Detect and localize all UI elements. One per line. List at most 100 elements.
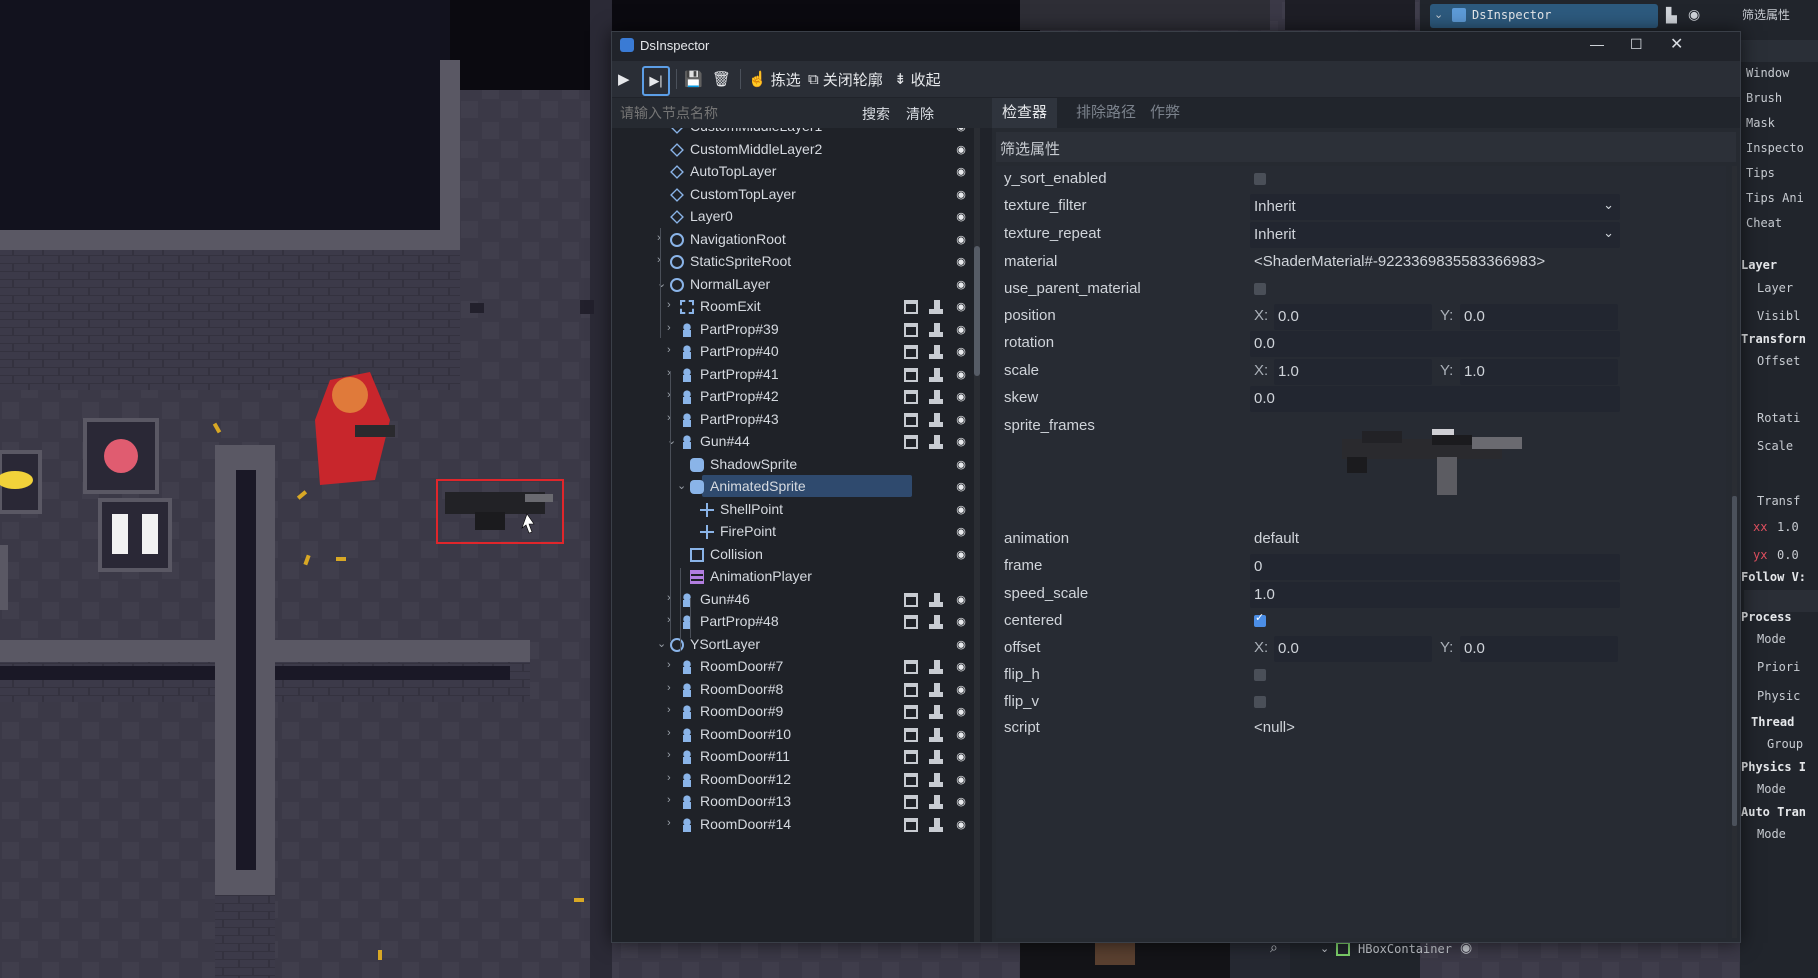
open-scene-icon[interactable] (904, 345, 918, 359)
checkbox[interactable] (1254, 695, 1266, 708)
open-scene-icon[interactable] (904, 615, 918, 629)
visibility-eye-icon[interactable]: ◉ (954, 683, 968, 697)
open-scene-icon[interactable] (904, 682, 918, 697)
delete-button[interactable]: 🗑 (712, 66, 731, 92)
pick-button[interactable]: ☝ 拣选 (748, 66, 801, 92)
script-icon[interactable] (929, 795, 943, 809)
tab-2[interactable]: 作弊 (1140, 98, 1190, 128)
script-icon[interactable] (929, 300, 943, 314)
chevron-right-icon[interactable]: › (667, 322, 671, 334)
tab-1[interactable]: 排除路径 (1066, 98, 1146, 128)
open-scene-icon[interactable] (904, 660, 918, 674)
visibility-eye-icon[interactable]: ◉ (954, 795, 968, 809)
x-field[interactable]: 1.0 (1274, 358, 1432, 385)
number-field[interactable]: 0 (1250, 554, 1620, 580)
visibility-eye-icon[interactable]: ◉ (954, 435, 968, 449)
enum-dropdown[interactable]: Inherit ⌄ (1250, 193, 1620, 220)
node-search-input[interactable] (612, 98, 840, 128)
open-scene-icon[interactable] (904, 705, 918, 719)
script-icon[interactable] (929, 817, 943, 832)
visibility-eye-icon[interactable]: ◉ (954, 750, 968, 764)
close-outline-button[interactable]: ⧉ 关闭轮廓 (808, 66, 883, 92)
open-scene-icon[interactable] (904, 592, 918, 607)
script-icon[interactable] (929, 682, 943, 697)
y-field[interactable]: 0.0 (1460, 303, 1618, 330)
chevron-right-icon[interactable]: › (667, 794, 671, 806)
inspector-scrollbar-thumb[interactable] (1732, 496, 1737, 826)
script-icon[interactable] (929, 705, 943, 719)
script-icon[interactable] (929, 772, 943, 787)
checkbox[interactable] (1254, 283, 1266, 295)
script-icon[interactable] (929, 345, 943, 359)
visibility-eye-icon[interactable]: ◉ (954, 458, 968, 472)
script-icon[interactable] (929, 727, 943, 742)
y-field[interactable]: 0.0 (1460, 635, 1618, 662)
chevron-right-icon[interactable]: › (667, 749, 671, 761)
open-scene-icon[interactable] (904, 412, 918, 427)
chevron-right-icon[interactable]: › (667, 817, 671, 829)
play-button[interactable]: ▶ (618, 66, 630, 92)
visibility-eye-icon[interactable]: ◉ (954, 165, 968, 179)
script-icon[interactable] (929, 435, 943, 449)
visibility-eye-icon[interactable]: ◉ (954, 188, 968, 202)
script-icon[interactable] (929, 750, 943, 764)
tree-scrollbar[interactable] (974, 128, 980, 942)
visibility-eye-icon[interactable]: ◉ (954, 255, 968, 269)
maximize-icon[interactable]: ☐ (1630, 36, 1643, 53)
collapse-button[interactable]: ⇟ 收起 (894, 66, 941, 92)
number-field[interactable]: 1.0 (1250, 581, 1620, 608)
open-scene-icon[interactable] (904, 390, 918, 404)
visibility-eye-icon[interactable]: ◉ (954, 233, 968, 247)
open-scene-icon[interactable] (904, 367, 918, 382)
visibility-eye-icon[interactable]: ◉ (954, 818, 968, 832)
visibility-eye-icon[interactable]: ◉ (954, 503, 968, 517)
minimize-icon[interactable]: — (1590, 36, 1604, 52)
visibility-eye-icon[interactable]: ◉ (954, 615, 968, 629)
visibility-eye-icon[interactable]: ◉ (954, 548, 968, 562)
number-field[interactable]: 0.0 (1250, 331, 1620, 357)
visibility-eye-icon[interactable]: ◉ (954, 210, 968, 224)
visibility-eye-icon[interactable]: ◉ (954, 525, 968, 539)
chevron-right-icon[interactable]: › (667, 659, 671, 671)
sprite-frames-preview[interactable] (1342, 417, 1532, 497)
inspector-scrollbar[interactable] (1732, 166, 1737, 938)
editor-node-row[interactable]: ⌄ DsInspector (1430, 4, 1658, 28)
chevron-down-icon[interactable]: ⌄ (667, 434, 676, 447)
chevron-right-icon[interactable]: › (667, 682, 671, 694)
clear-button[interactable]: 清除 (906, 104, 934, 124)
visibility-eye-icon[interactable]: ◉ (954, 390, 968, 404)
chevron-right-icon[interactable]: › (667, 772, 671, 784)
chevron-down-icon[interactable]: ⌄ (657, 277, 666, 290)
script-icon[interactable] (929, 322, 943, 337)
script-icon[interactable] (929, 660, 943, 674)
tree-scrollbar-thumb[interactable] (974, 246, 980, 376)
visibility-eye-icon[interactable]: ◉ (954, 728, 968, 742)
open-scene-icon[interactable] (904, 772, 918, 787)
visibility-eye-icon[interactable]: ◉ (954, 143, 968, 157)
tab-0[interactable]: 检查器 (992, 98, 1058, 128)
chevron-right-icon[interactable]: › (667, 299, 671, 311)
script-icon[interactable] (929, 412, 943, 427)
visibility-eye-icon[interactable]: ◉ (954, 368, 968, 382)
open-scene-icon[interactable] (904, 300, 918, 314)
checkbox[interactable] (1254, 173, 1266, 185)
script-icon[interactable] (929, 592, 943, 607)
title-bar[interactable]: DsInspector — ☐ ✕ (612, 32, 1740, 60)
script-icon[interactable]: ▙ (1666, 8, 1677, 24)
filter-properties-input[interactable]: 筛选属性 (996, 132, 1736, 162)
step-button[interactable]: ▶| (642, 66, 670, 96)
visibility-eye-icon[interactable]: ◉ (1688, 7, 1700, 23)
script-icon[interactable] (929, 367, 943, 382)
chevron-down-icon[interactable]: ⌄ (677, 479, 686, 492)
search-button[interactable]: 搜索 (862, 104, 890, 124)
enum-dropdown[interactable]: Inherit ⌄ (1250, 221, 1620, 248)
visibility-eye-icon[interactable]: ◉ (954, 278, 968, 292)
visibility-eye-icon[interactable]: ◉ (954, 128, 968, 134)
open-scene-icon[interactable] (904, 795, 918, 809)
x-field[interactable]: 0.0 (1274, 635, 1432, 662)
number-field[interactable]: 0.0 (1250, 386, 1620, 412)
visibility-eye-icon[interactable]: ◉ (954, 773, 968, 787)
y-field[interactable]: 1.0 (1460, 358, 1618, 385)
visibility-eye-icon[interactable]: ◉ (954, 345, 968, 359)
chevron-right-icon[interactable]: › (667, 727, 671, 739)
